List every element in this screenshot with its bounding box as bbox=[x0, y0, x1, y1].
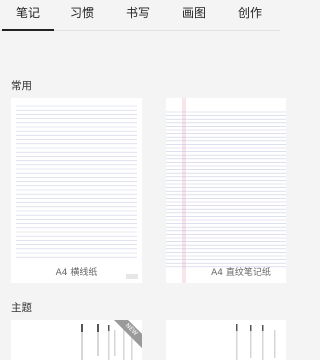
lined-paper-preview bbox=[16, 105, 137, 258]
tab-notes[interactable]: 笔记 bbox=[0, 0, 56, 31]
tab-drawing[interactable]: 画图 bbox=[166, 0, 222, 30]
template-card-a4-lined[interactable]: A4 横线纸 bbox=[11, 98, 142, 283]
section-title-common: 常用 bbox=[11, 80, 32, 92]
template-label: A4 横线纸 bbox=[55, 268, 98, 278]
theme-preview bbox=[236, 324, 276, 360]
tab-writing[interactable]: 书写 bbox=[110, 0, 166, 30]
category-tab-bar: 笔记 习惯 书写 画图 创作 bbox=[0, 0, 280, 31]
theme-card-2[interactable] bbox=[166, 320, 286, 360]
section-title-themes: 主题 bbox=[11, 302, 32, 314]
corner-mark bbox=[126, 274, 138, 279]
tab-creation[interactable]: 创作 bbox=[222, 0, 278, 30]
template-label: A4 直纹笔记纸 bbox=[211, 268, 271, 278]
tab-habits[interactable]: 习惯 bbox=[54, 0, 110, 30]
theme-card-1[interactable]: NEW bbox=[11, 320, 142, 360]
template-card-a4-ruled[interactable]: A4 直纹笔记纸 bbox=[166, 98, 286, 283]
ruled-paper-preview bbox=[166, 98, 286, 283]
